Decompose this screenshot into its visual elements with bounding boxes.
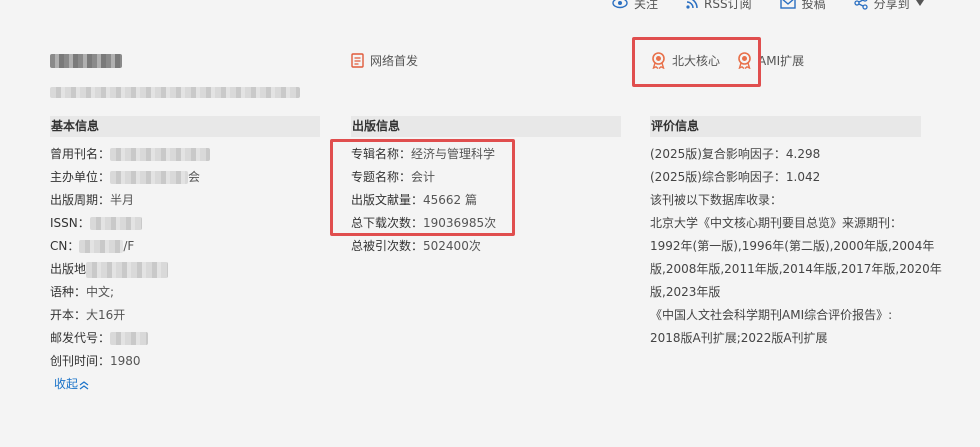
journal-title-blurred (50, 54, 122, 68)
rss-label: RSS订阅 (704, 0, 752, 11)
collapse-label: 收起 (54, 377, 79, 391)
cycle-value: 半月 (110, 193, 135, 207)
submit-label: 投稿 (801, 0, 826, 11)
founded-label: 创刊时间： (50, 354, 111, 368)
postcode-row: 邮发代号： (50, 327, 320, 350)
cycle-label: 出版周期： (50, 193, 111, 207)
issn-row: ISSN： (50, 212, 320, 235)
former-name-blurred (110, 148, 211, 161)
publish-info-title: 出版信息 (351, 116, 621, 137)
founded-value: 1980 (110, 354, 141, 368)
eval-line: 2018版A刊扩展;2022版A刊扩展 (650, 331, 828, 345)
collapse-link[interactable]: 收起 (54, 373, 89, 396)
eval-line: 版,2008年版,2011年版,2014年版,2017年版,2020年 (650, 262, 942, 276)
place-blurred (86, 261, 169, 278)
issn-label: ISSN： (50, 216, 90, 230)
former-name-row: 曾用刊名： (50, 143, 320, 166)
language-label: 语种： (50, 285, 87, 299)
citations-row: 总被引次数：502400次 (351, 235, 621, 258)
format-value: 大16开 (86, 308, 126, 322)
issn-blurred (89, 217, 142, 230)
submit-button[interactable]: 投稿 (779, 0, 826, 12)
share-button[interactable]: 分享到 (853, 0, 931, 12)
cn-row: CN： /F (50, 235, 320, 258)
eval-line: 1992年(第一版),1996年(第二版),2000年版,2004年 (650, 239, 935, 253)
follow-label: 关注 (634, 0, 659, 11)
sponsor-suffix: 会 (188, 170, 201, 184)
cn-suffix: /F (123, 239, 135, 253)
badge-highlight-box (632, 37, 761, 87)
rss-icon (686, 0, 698, 9)
publish-highlight-box (330, 139, 515, 236)
eval-info-title: 评价信息 (650, 116, 921, 137)
eval-info-list: (2025版)复合影响因子：4.298 (2025版)综合影响因子：1.042 … (650, 143, 942, 350)
citations-label: 总被引次数： (351, 239, 424, 253)
language-value: 中文; (86, 285, 115, 299)
cycle-row: 出版周期：半月 (50, 189, 320, 212)
format-label: 开本： (50, 308, 87, 322)
top-action-bar: 关注 RSS订阅 投稿 分享到 (612, 0, 931, 13)
caret-down-icon (915, 0, 924, 6)
collapse-row: 收起 (50, 373, 320, 396)
eval-line: 北京大学《中文核心期刊要目总览》来源期刊： (650, 216, 903, 230)
document-icon (351, 53, 364, 68)
basic-info-title: 基本信息 (50, 116, 320, 137)
sponsor-row: 主办单位： 会 (50, 166, 320, 189)
network-first-label: 网络首发 (370, 54, 419, 68)
basic-info-list: 曾用刊名： 主办单位： 会 出版周期：半月 ISSN： CN： /F 出版地 语种：… (50, 143, 320, 396)
network-first-badge: 网络首发 (351, 52, 418, 69)
sponsor-blurred (110, 171, 189, 184)
citations-value: 502400次 (423, 239, 481, 253)
place-label: 出版地 (50, 262, 87, 276)
postcode-blurred (110, 332, 149, 345)
eval-line: 《中国人文社会科学期刊AMI综合评价报告》: (650, 308, 893, 322)
format-row: 开本：大16开 (50, 304, 320, 327)
share-label: 分享到 (873, 0, 910, 11)
eye-icon (612, 0, 628, 9)
postcode-label: 邮发代号： (50, 331, 111, 345)
cn-label: CN： (50, 239, 80, 253)
sponsor-label: 主办单位： (50, 170, 111, 184)
follow-button[interactable]: 关注 (612, 0, 658, 12)
rss-button[interactable]: RSS订阅 (686, 0, 752, 12)
ami-label: AMI扩展 (758, 54, 805, 68)
journal-subtitle-blurred (50, 87, 300, 98)
eval-line: (2025版)综合影响因子：1.042 (650, 170, 821, 184)
cn-blurred (79, 240, 124, 253)
language-row: 语种：中文; (50, 281, 320, 304)
share-icon (853, 0, 868, 10)
eval-line: 版,2023年版 (650, 285, 721, 299)
eval-line: 该刊被以下数据库收录： (650, 193, 783, 207)
double-chevron-up-icon (79, 380, 89, 389)
former-name-label: 曾用刊名： (50, 147, 111, 161)
place-row: 出版地 (50, 258, 320, 281)
envelope-icon (779, 0, 796, 9)
founded-row: 创刊时间：1980 (50, 350, 320, 373)
eval-line: (2025版)复合影响因子：4.298 (650, 147, 821, 161)
